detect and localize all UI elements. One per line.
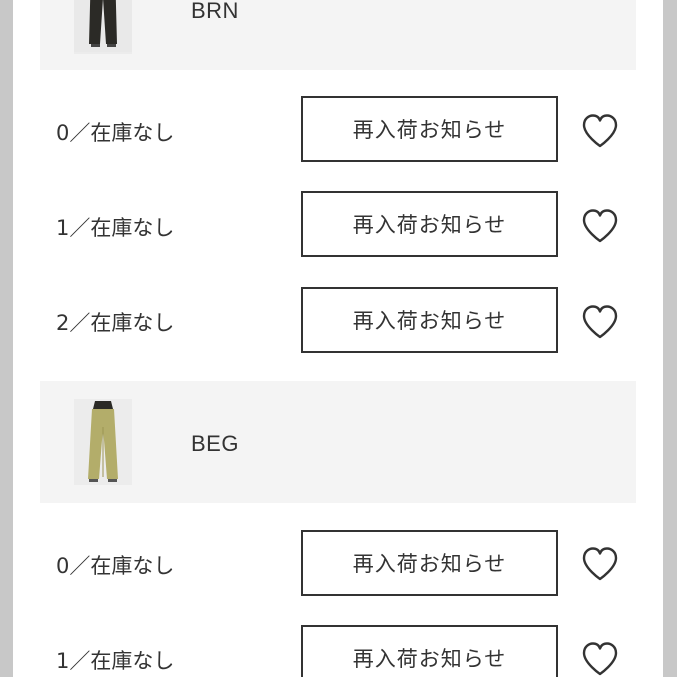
restock-notify-button[interactable]: 再入荷お知らせ xyxy=(301,530,558,596)
heart-icon[interactable] xyxy=(581,113,619,149)
size-stock-label: 0／在庫なし xyxy=(56,121,175,145)
size-stock-label: 1／在庫なし xyxy=(56,649,175,673)
heart-icon[interactable] xyxy=(581,208,619,244)
restock-notify-button[interactable]: 再入荷お知らせ xyxy=(301,625,558,677)
color-label-beg: BEG xyxy=(191,431,239,456)
color-header-beg: BEG xyxy=(40,381,636,503)
size-stock-label: 0／在庫なし xyxy=(56,554,175,578)
size-stock-label: 1／在庫なし xyxy=(56,216,175,240)
heart-icon[interactable] xyxy=(581,641,619,677)
restock-notify-button[interactable]: 再入荷お知らせ xyxy=(301,191,558,257)
heart-icon[interactable] xyxy=(581,546,619,582)
color-label-brn: BRN xyxy=(191,0,239,23)
product-thumbnail-beg xyxy=(74,399,132,485)
color-header-brn: BRN xyxy=(40,0,636,70)
restock-panel: BRN 0／在庫なし 再入荷お知らせ 1／在庫なし 再入荷お知らせ 2／在庫なし… xyxy=(13,0,663,677)
size-stock-label: 2／在庫なし xyxy=(56,311,175,335)
heart-icon[interactable] xyxy=(581,304,619,340)
restock-notify-button[interactable]: 再入荷お知らせ xyxy=(301,96,558,162)
restock-notify-button[interactable]: 再入荷お知らせ xyxy=(301,287,558,353)
product-thumbnail-brn xyxy=(74,0,132,54)
